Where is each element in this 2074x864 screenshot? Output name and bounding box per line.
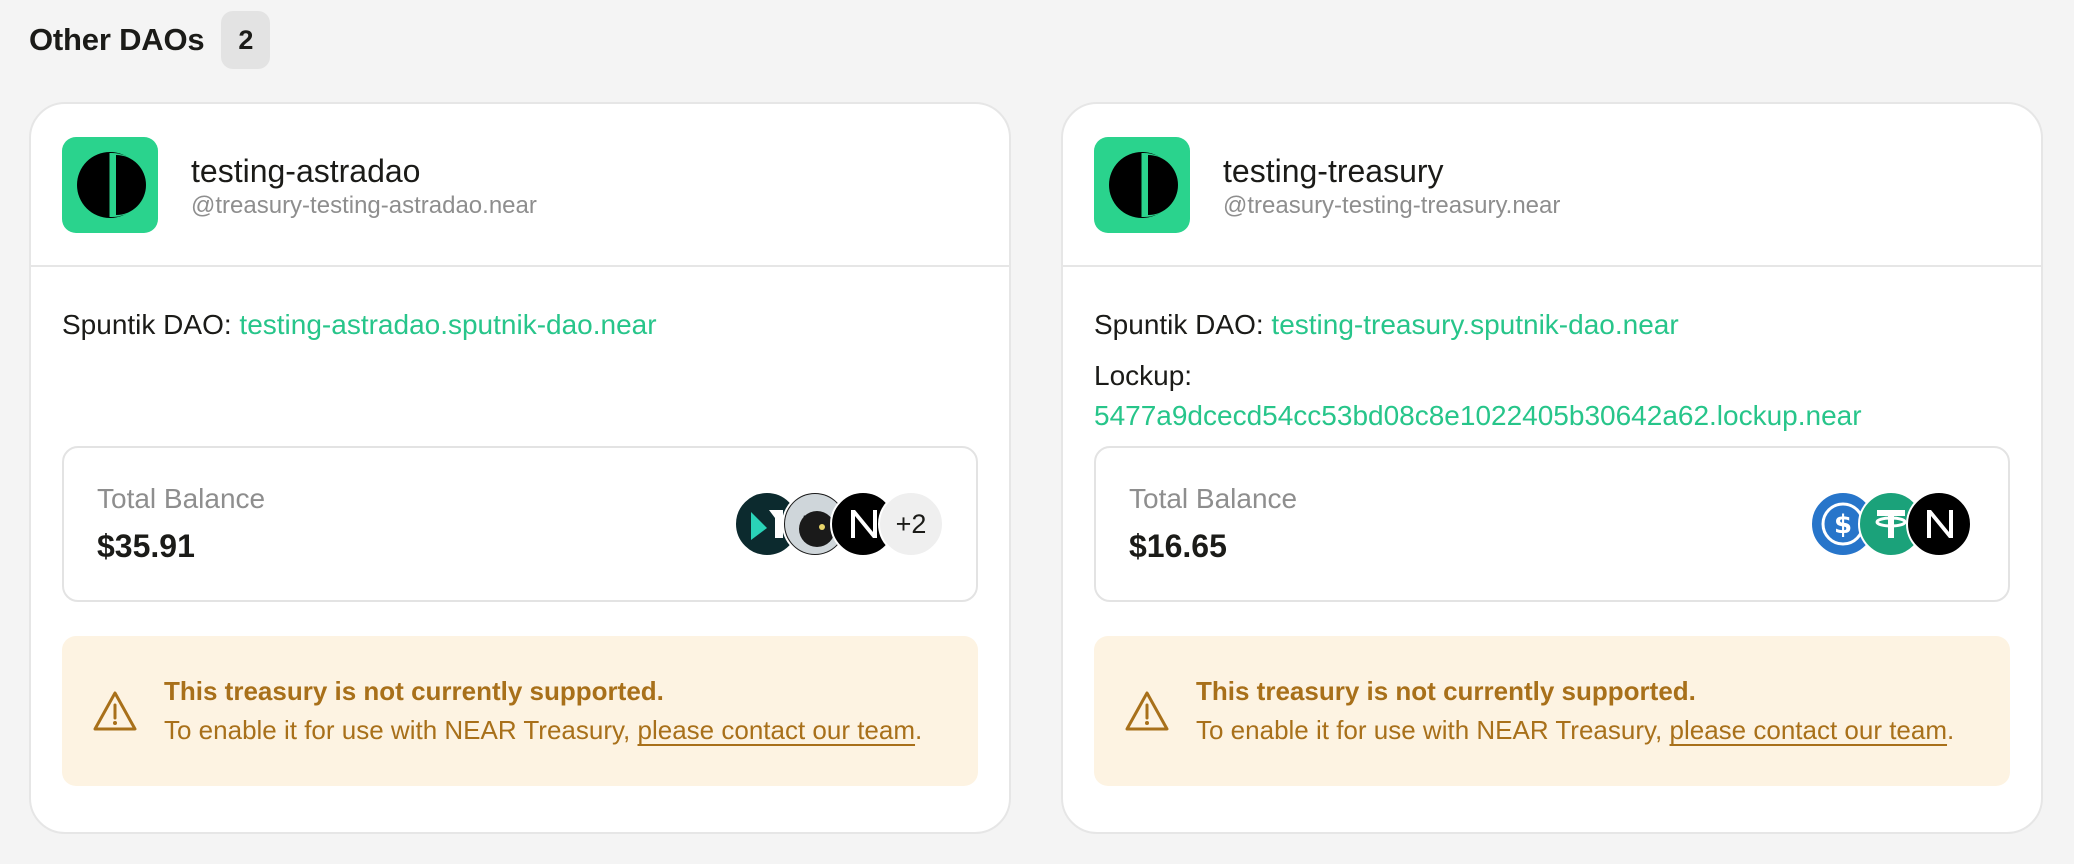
lockup-link[interactable]: 5477a9dcecd54cc53bd08c8e1022405b30642a62… [1094, 400, 1862, 431]
sputnik-label: Spuntik DAO: [1094, 309, 1264, 340]
lockup-info: 5477a9dcecd54cc53bd08c8e1022405b30642a62… [1094, 396, 2010, 436]
balance-value: $35.91 [97, 528, 195, 564]
dao-account: @treasury-testing-treasury.near [1223, 191, 1561, 219]
warning-text: To enable it for use with NEAR Treasury, [164, 715, 631, 745]
warning-banner: This treasury is not currently supported… [62, 636, 978, 786]
section-header: Other DAOs 2 [29, 10, 271, 70]
dao-name: testing-treasury [1223, 152, 1444, 189]
warning-title: This treasury is not currently supported… [1196, 676, 1696, 706]
lockup-label: Lockup: [1094, 360, 1193, 391]
dao-card: testing-astradao @treasury-testing-astra… [29, 102, 1011, 834]
warning-banner: This treasury is not currently supported… [1094, 636, 2010, 786]
dao-card: testing-treasury @treasury-testing-treas… [1061, 102, 2043, 834]
sputnik-link[interactable]: testing-astradao.sputnik-dao.near [239, 309, 656, 340]
near-icon [1906, 491, 1972, 557]
count-badge: 2 [221, 11, 271, 69]
dao-account: @treasury-testing-astradao.near [191, 191, 537, 219]
contact-team-link[interactable]: please contact our team [638, 715, 916, 745]
sputnik-label: Spuntik DAO: [62, 309, 232, 340]
sputnik-info: Spuntik DAO: testing-astradao.sputnik-da… [62, 305, 978, 345]
dao-logo-icon [1094, 136, 1190, 233]
sputnik-link[interactable]: testing-treasury.sputnik-dao.near [1271, 309, 1678, 340]
dao-name: testing-astradao [191, 152, 421, 189]
balance-box: Total Balance $35.91 +2 [62, 446, 978, 602]
sputnik-info: Spuntik DAO: testing-treasury.sputnik-da… [1094, 305, 2010, 345]
token-list: $ [1810, 491, 1972, 557]
balance-label: Total Balance [97, 483, 266, 514]
card-header: testing-astradao @treasury-testing-astra… [31, 104, 1009, 267]
balance-label: Total Balance [1129, 483, 1298, 514]
warning-end: . [915, 715, 923, 745]
warning-end: . [1947, 715, 1955, 745]
warning-icon [93, 691, 137, 731]
warning-title: This treasury is not currently supported… [164, 676, 664, 706]
more-tokens-badge: +2 [878, 491, 944, 557]
balance-value: $16.65 [1129, 528, 1227, 564]
warning-icon [1125, 691, 1169, 731]
balance-box: Total Balance $16.65 $ [1094, 446, 2010, 602]
svg-text:$: $ [1834, 510, 1852, 540]
token-list: +2 [734, 491, 944, 557]
dao-logo-icon [62, 136, 158, 233]
warning-text: To enable it for use with NEAR Treasury, [1196, 715, 1663, 745]
card-header: testing-treasury @treasury-testing-treas… [1063, 104, 2041, 267]
section-title: Other DAOs [29, 22, 205, 57]
contact-team-link[interactable]: please contact our team [1670, 715, 1948, 745]
